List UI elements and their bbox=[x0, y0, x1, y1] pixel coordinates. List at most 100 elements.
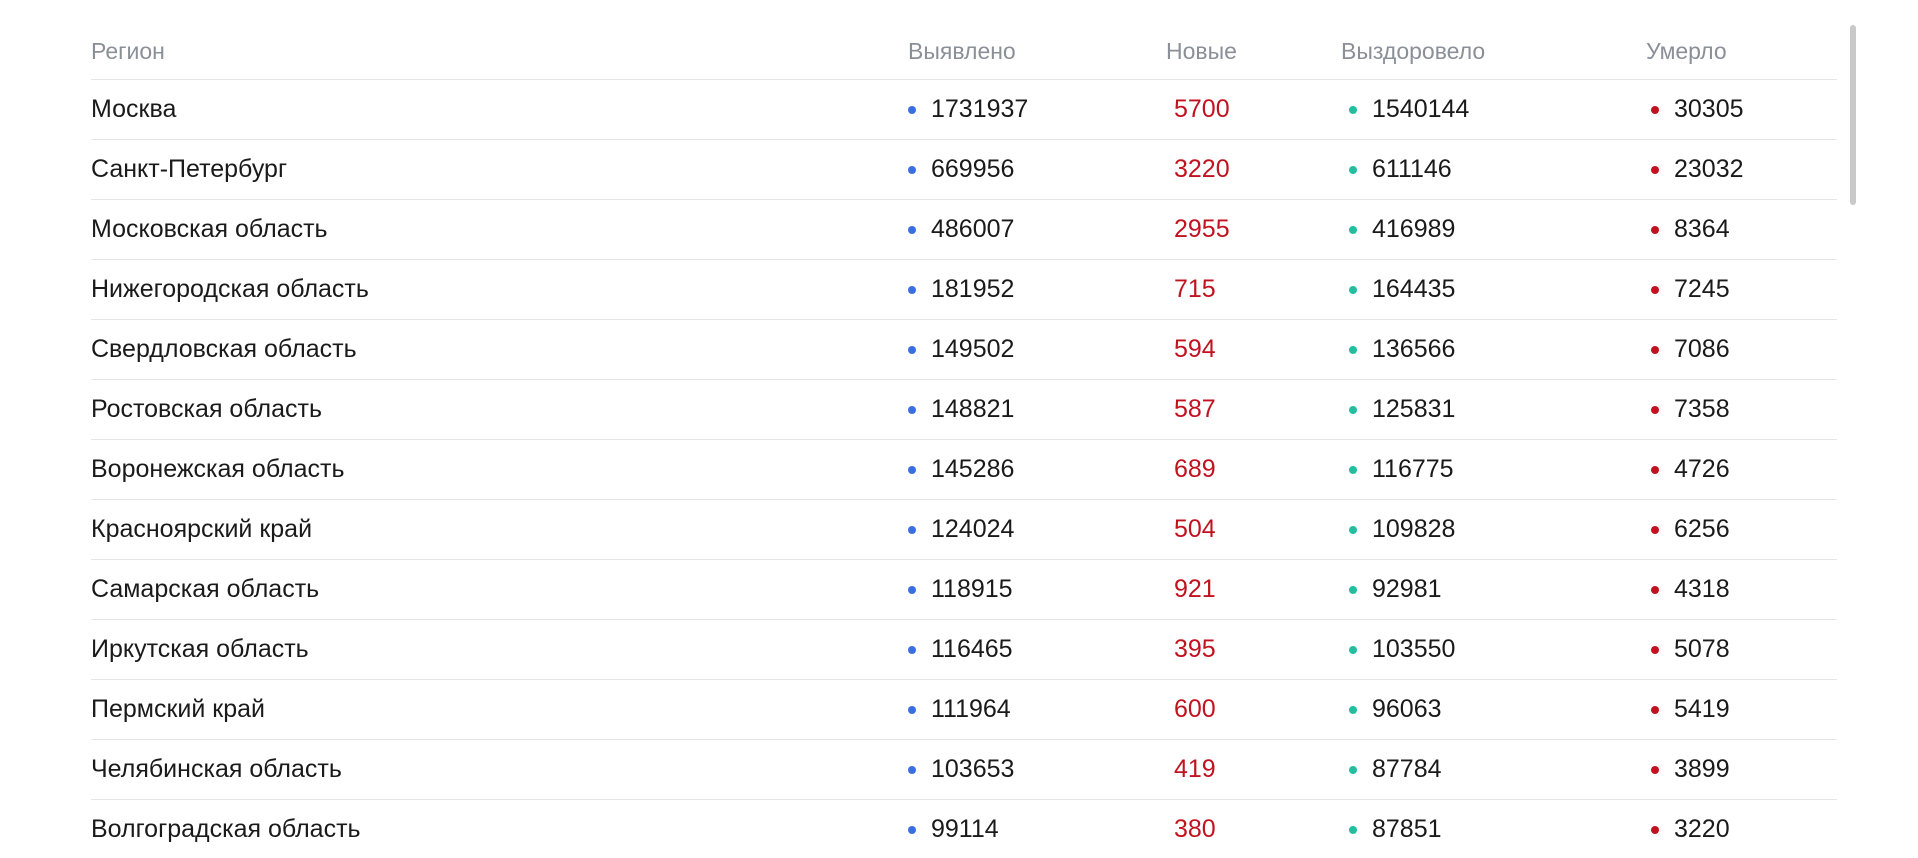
table-row[interactable]: Самарская область 118915 921 92981 4318 bbox=[91, 560, 1837, 620]
died-cell-dot-icon bbox=[1651, 105, 1659, 114]
new-cell: 600 bbox=[1174, 680, 1216, 739]
table-row[interactable]: Свердловская область 149502 594 136566 7086 bbox=[91, 320, 1837, 380]
found-cell: 669956 bbox=[908, 140, 1014, 199]
recovered-cell-value: 116775 bbox=[1372, 455, 1454, 483]
table-row[interactable]: Волгоградская область 99114 380 87851 3220 bbox=[91, 800, 1837, 858]
region-name: Красноярский край bbox=[91, 500, 312, 559]
region-name: Волгоградская область bbox=[91, 800, 361, 858]
recovered-cell-value: 87784 bbox=[1372, 755, 1442, 783]
recovered-cell-value: 416989 bbox=[1372, 215, 1456, 243]
region-name: Воронежская область bbox=[91, 440, 344, 499]
table-row[interactable]: Челябинская область 103653 419 87784 3899 bbox=[91, 740, 1837, 800]
new-cell-value: 380 bbox=[1174, 815, 1216, 843]
died-cell-dot-icon bbox=[1651, 405, 1659, 414]
recovered-cell: 87784 bbox=[1349, 740, 1442, 799]
new-cell: 3220 bbox=[1174, 140, 1230, 199]
new-cell: 5700 bbox=[1174, 80, 1230, 139]
recovered-cell: 109828 bbox=[1349, 500, 1455, 559]
regions-table: Регион Выявлено Новые Выздоровело Умерло… bbox=[91, 25, 1837, 858]
new-cell-value: 5700 bbox=[1174, 95, 1230, 123]
recovered-cell: 611146 bbox=[1349, 140, 1452, 199]
found-cell-value: 145286 bbox=[931, 455, 1015, 483]
table-row[interactable]: Пермский край 111964 600 96063 5419 bbox=[91, 680, 1837, 740]
found-cell: 486007 bbox=[908, 200, 1014, 259]
region-name: Иркутская область bbox=[91, 620, 309, 679]
region-name: Пермский край bbox=[91, 680, 265, 739]
new-cell: 587 bbox=[1174, 380, 1216, 439]
region-name: Самарская область bbox=[91, 560, 319, 619]
found-cell-value: 124024 bbox=[931, 515, 1015, 543]
recovered-cell: 136566 bbox=[1349, 320, 1455, 379]
header-recovered[interactable]: Выздоровело bbox=[1341, 25, 1485, 79]
new-cell: 380 bbox=[1174, 800, 1216, 858]
died-cell-dot-icon bbox=[1651, 165, 1659, 174]
recovered-cell-value: 96063 bbox=[1372, 695, 1442, 723]
new-cell: 2955 bbox=[1174, 200, 1230, 259]
table-row[interactable]: Ростовская область 148821 587 125831 7358 bbox=[91, 380, 1837, 440]
table-row[interactable]: Санкт-Петербург 669956 3220 611146 23032 bbox=[91, 140, 1837, 200]
new-cell: 689 bbox=[1174, 440, 1216, 499]
found-cell-dot-icon bbox=[908, 585, 916, 594]
new-cell-value: 419 bbox=[1174, 755, 1216, 783]
recovered-cell: 416989 bbox=[1349, 200, 1455, 259]
found-cell-value: 486007 bbox=[931, 215, 1015, 243]
new-cell-value: 689 bbox=[1174, 455, 1216, 483]
found-cell-value: 99114 bbox=[931, 815, 999, 843]
found-cell: 181952 bbox=[908, 260, 1014, 319]
died-cell-value: 6256 bbox=[1674, 515, 1730, 543]
table-row[interactable]: Воронежская область 145286 689 116775 4726 bbox=[91, 440, 1837, 500]
found-cell: 1731937 bbox=[908, 80, 1028, 139]
found-cell-value: 103653 bbox=[931, 755, 1015, 783]
recovered-cell-dot-icon bbox=[1349, 285, 1357, 294]
died-cell: 5419 bbox=[1651, 680, 1730, 739]
new-cell: 715 bbox=[1174, 260, 1216, 319]
table-row[interactable]: Москва 1731937 5700 1540144 30305 bbox=[91, 80, 1837, 140]
found-cell-dot-icon bbox=[908, 465, 916, 474]
died-cell: 5078 bbox=[1651, 620, 1730, 679]
new-cell-value: 395 bbox=[1174, 635, 1216, 663]
region-name: Ростовская область bbox=[91, 380, 322, 439]
new-cell: 395 bbox=[1174, 620, 1216, 679]
found-cell: 99114 bbox=[908, 800, 999, 858]
died-cell: 8364 bbox=[1651, 200, 1730, 259]
region-name-value: Челябинская область bbox=[91, 755, 342, 783]
died-cell-dot-icon bbox=[1651, 225, 1659, 234]
table-row[interactable]: Красноярский край 124024 504 109828 6256 bbox=[91, 500, 1837, 560]
died-cell-value: 8364 bbox=[1674, 215, 1730, 243]
found-cell-dot-icon bbox=[908, 225, 916, 234]
found-cell-dot-icon bbox=[908, 825, 916, 834]
table-row[interactable]: Иркутская область 116465 395 103550 5078 bbox=[91, 620, 1837, 680]
recovered-cell-dot-icon bbox=[1349, 345, 1357, 354]
found-cell: 103653 bbox=[908, 740, 1014, 799]
found-cell-value: 116465 bbox=[931, 635, 1013, 663]
new-cell-value: 3220 bbox=[1174, 155, 1230, 183]
recovered-cell-value: 87851 bbox=[1372, 815, 1442, 843]
table-row[interactable]: Московская область 486007 2955 416989 8364 bbox=[91, 200, 1837, 260]
recovered-cell-value: 164435 bbox=[1372, 275, 1456, 303]
died-cell-dot-icon bbox=[1651, 525, 1659, 534]
table-body: Москва 1731937 5700 1540144 30305 Санкт-Петер… bbox=[91, 80, 1837, 858]
found-cell-dot-icon bbox=[908, 765, 916, 774]
died-cell: 7086 bbox=[1651, 320, 1730, 379]
died-cell-value: 4318 bbox=[1674, 575, 1730, 603]
region-name-value: Красноярский край bbox=[91, 515, 313, 543]
died-cell-value: 5419 bbox=[1674, 695, 1730, 723]
died-cell: 23032 bbox=[1651, 140, 1744, 199]
region-name: Москва bbox=[91, 80, 176, 139]
header-found[interactable]: Выявлено bbox=[908, 25, 1016, 79]
died-cell-value: 4726 bbox=[1674, 455, 1730, 483]
region-name: Челябинская область bbox=[91, 740, 342, 799]
region-name-value: Свердловская область bbox=[91, 335, 357, 363]
region-name: Свердловская область bbox=[91, 320, 357, 379]
header-region[interactable]: Регион bbox=[91, 25, 165, 79]
scrollbar-thumb[interactable] bbox=[1850, 25, 1856, 205]
recovered-cell: 92981 bbox=[1349, 560, 1442, 619]
found-cell: 118915 bbox=[908, 560, 1013, 619]
recovered-cell: 1540144 bbox=[1349, 80, 1469, 139]
header-died[interactable]: Умерло bbox=[1646, 25, 1727, 79]
recovered-cell-dot-icon bbox=[1349, 225, 1357, 234]
died-cell-value: 3220 bbox=[1674, 815, 1730, 843]
header-new[interactable]: Новые bbox=[1166, 25, 1237, 79]
table-row[interactable]: Нижегородская область 181952 715 164435 7245 bbox=[91, 260, 1837, 320]
region-name-value: Воронежская область bbox=[91, 455, 345, 483]
